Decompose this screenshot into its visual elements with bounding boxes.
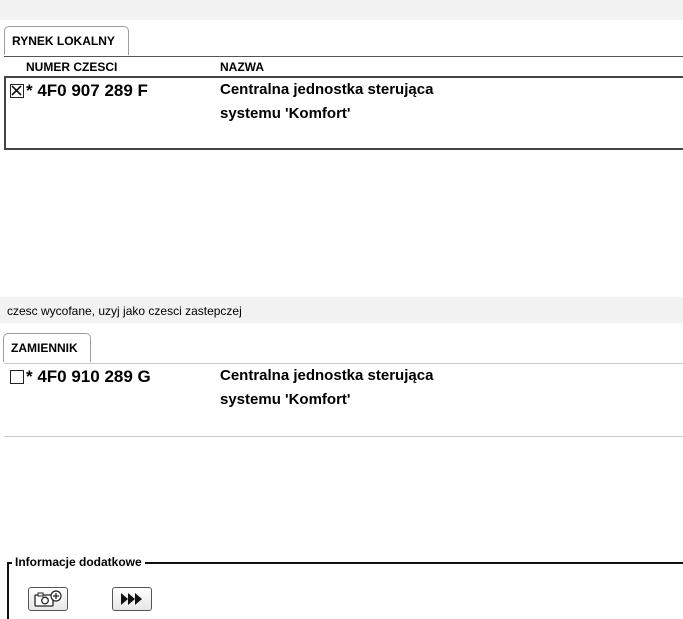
replacement-part-name-line2: systemu 'Komfort' [220,391,351,408]
original-part-name-line2: systemu 'Komfort' [220,105,351,122]
notice-strip: czesc wycofane, uzyj jako czesci zastepc… [0,297,683,323]
replacement-part-name: Centralna jednostka sterująca systemu 'K… [220,364,433,412]
top-strip [0,0,683,20]
original-part-name-line1: Centralna jednostka sterująca [220,81,434,98]
original-part-number: * 4F0 907 289 F [26,81,148,100]
add-photo-button[interactable] [28,587,68,611]
column-header: NUMER CZESCI NAZWA [4,56,683,76]
replacement-divider-bottom [4,436,683,437]
replacement-part-checkbox[interactable] [10,370,24,384]
original-part-name: Centralna jednostka sterująca systemu 'K… [220,78,433,126]
replacement-part-name-line1: Centralna jednostka sterująca [220,367,434,384]
additional-info-legend: Informacje dodatkowe [12,555,145,569]
replacement-part-number-cell: * 4F0 910 289 G [10,367,151,387]
original-part-number-cell: * 4F0 907 289 F [10,81,148,101]
camera-plus-icon [34,590,62,607]
tab-label: ZAMIENNIK [11,341,78,355]
column-header-name: NAZWA [220,60,264,74]
tab-label: RYNEK LOKALNY [12,34,115,48]
additional-info-fieldset [7,562,683,619]
replacement-part-number: * 4F0 910 289 G [26,367,151,386]
notice-text: czesc wycofane, uzyj jako czesci zastepc… [7,304,242,318]
fast-forward-icon [121,593,142,605]
column-header-part-number: NUMER CZESCI [26,60,118,74]
tab-zamiennik[interactable]: ZAMIENNIK [3,333,91,362]
original-part-checkbox[interactable] [10,84,24,98]
tab-rynek-lokalny[interactable]: RYNEK LOKALNY [4,26,129,55]
x-mark-icon [11,85,22,96]
fast-forward-button[interactable] [112,587,152,611]
